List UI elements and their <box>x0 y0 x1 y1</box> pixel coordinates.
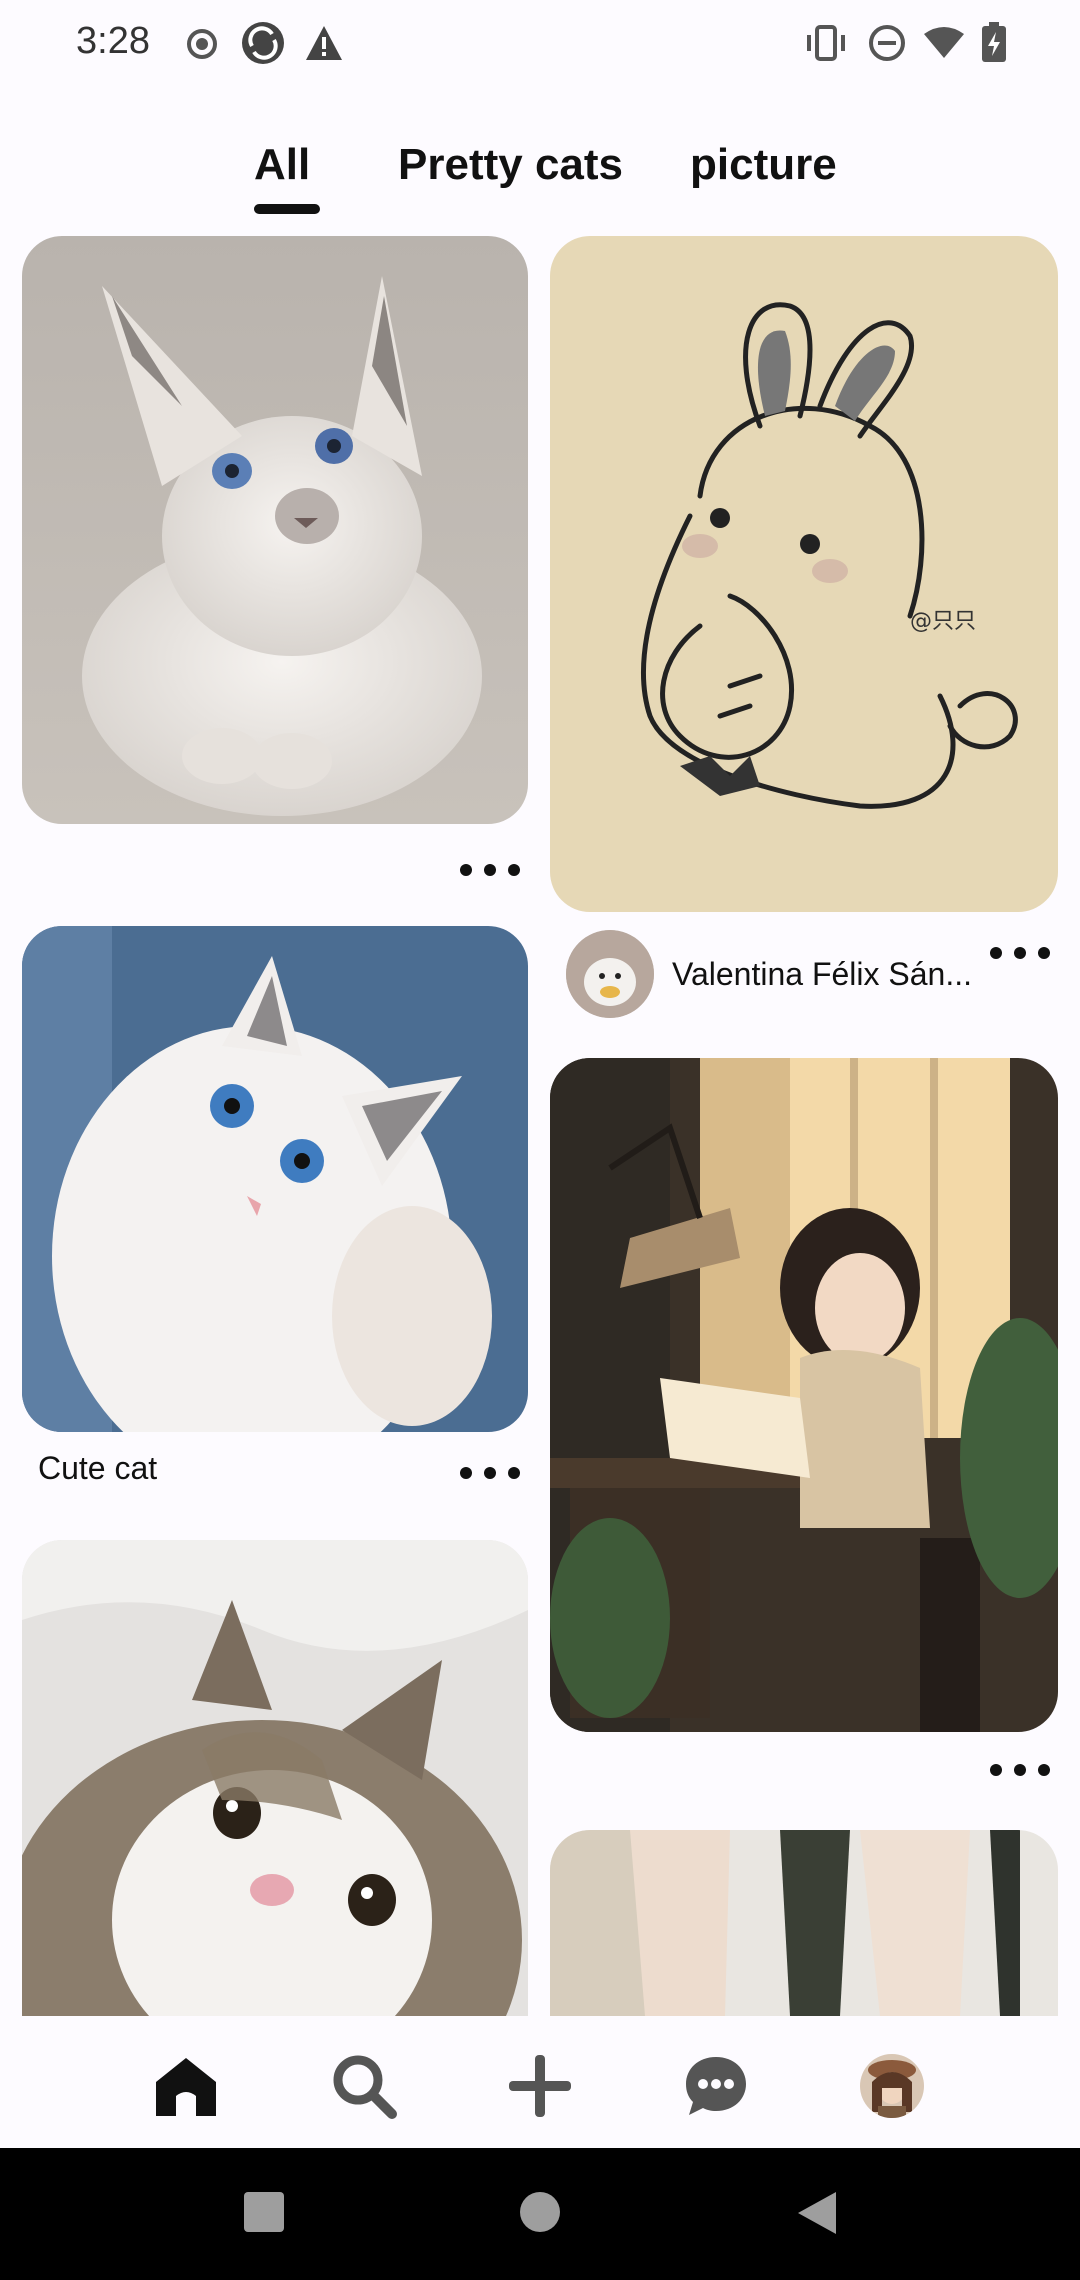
nav-profile[interactable] <box>852 2046 932 2126</box>
vibrate-icon <box>807 25 845 61</box>
wifi-icon <box>924 27 964 58</box>
nav-home[interactable] <box>146 2046 226 2126</box>
sync-icon <box>242 22 284 64</box>
pin-image-girl-desk[interactable] <box>550 1058 1058 1732</box>
back-triangle-icon[interactable] <box>794 2190 838 2236</box>
bunny-watermark: @只只 <box>910 609 976 634</box>
pin-more-button[interactable] <box>460 1458 520 1488</box>
tab-all-label: All <box>254 140 311 189</box>
tab-selected-indicator <box>254 204 320 214</box>
system-navigation-bar <box>0 2148 1080 2280</box>
search-icon <box>333 2055 397 2119</box>
nav-create[interactable] <box>500 2046 580 2126</box>
pin-image-cute-cat[interactable] <box>22 926 528 1432</box>
tab-pretty-cats[interactable]: Pretty cats <box>398 140 623 190</box>
plus-icon <box>509 2055 571 2117</box>
tab-pretty-cats-label: Pretty cats <box>398 140 624 189</box>
status-bar: 3:28 <box>0 0 1080 90</box>
status-time: 3:28 <box>76 20 150 62</box>
do-not-disturb-icon <box>869 25 905 61</box>
pin-title: Cute cat <box>38 1450 158 1486</box>
pin-image-bunny-drawing[interactable]: @只只 <box>550 236 1058 912</box>
author-name: Valentina Félix Sán... <box>672 955 972 992</box>
pin-more-button[interactable] <box>460 855 520 885</box>
pin-author-row[interactable]: Valentina Félix Sán... <box>566 930 972 1018</box>
tab-all[interactable]: All <box>254 140 310 190</box>
author-avatar[interactable] <box>566 930 654 1018</box>
home-icon <box>156 2058 216 2116</box>
tab-picture-label: picture <box>690 140 837 189</box>
board-tabs: All Pretty cats picture <box>0 140 1080 220</box>
pin-more-button[interactable] <box>990 938 1050 968</box>
pin-image-tabby-kitten[interactable] <box>22 1540 528 2016</box>
nav-messages[interactable] <box>676 2046 756 2126</box>
chat-bubble-icon <box>686 2057 746 2115</box>
pin-more-button[interactable] <box>990 1755 1050 1785</box>
pin-image-kitten[interactable] <box>22 236 528 824</box>
nav-search[interactable] <box>324 2046 404 2126</box>
tab-picture[interactable]: picture <box>690 140 837 190</box>
warning-icon <box>306 26 342 60</box>
record-icon <box>187 29 217 59</box>
pin-image-legs[interactable] <box>550 1830 1058 2016</box>
recents-square-icon[interactable] <box>242 2190 286 2234</box>
home-circle-icon[interactable] <box>518 2190 562 2234</box>
bottom-navigation <box>0 2016 1080 2148</box>
battery-icon <box>982 22 1006 62</box>
avatar <box>860 2054 924 2118</box>
